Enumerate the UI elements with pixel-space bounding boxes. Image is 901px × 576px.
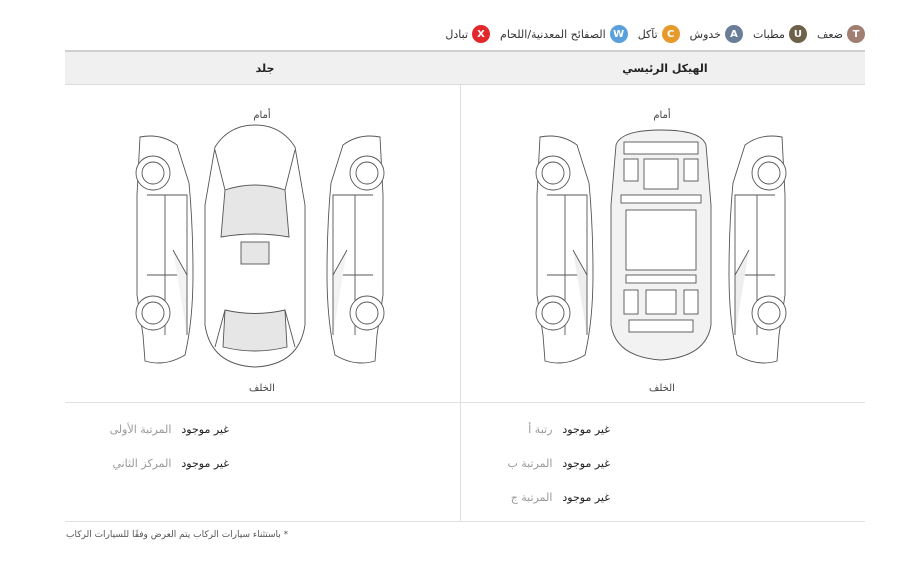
inspection-table: جلد الهيكل الرئيسي أمام الخلف أمام الخلف… (65, 50, 865, 522)
car-skin-diagram (135, 124, 385, 368)
legend-label: خدوش (689, 27, 721, 41)
legend-badge-a: A (725, 25, 743, 43)
frame-item-grade-c: غير موجود المرتبة ج (507, 480, 610, 514)
legend-item-corrosion: C تآكل (638, 25, 680, 43)
main-frame-items-list: غير موجود رتبة أ غير موجود المرتبة ب غير… (507, 412, 610, 514)
column-header-main-frame: الهيكل الرئيسي (622, 62, 708, 75)
legend-label: تبادل (445, 27, 469, 41)
legend-badge-u: U (788, 25, 807, 43)
legend-label: ضعف (816, 27, 843, 41)
skin-items-list: غير موجود المرتبة الأولى غير موجود المرك… (110, 412, 229, 480)
item-label: المركز الثاني (112, 456, 172, 470)
legend-badge-c: C (661, 25, 680, 43)
frame-item-grade-b: غير موجود المرتبة ب (507, 446, 610, 480)
item-value: غير موجود (181, 456, 229, 470)
legend-badge-x: X (472, 25, 491, 43)
legend-label: تآكل (637, 27, 658, 41)
car-frame-diagram (535, 129, 787, 364)
legend-item-exchange: X تبادل (445, 25, 491, 43)
legend-label: الصفائح المعدنية/اللحام (500, 27, 606, 41)
skin-item-rank-1: غير موجود المرتبة الأولى (110, 412, 229, 446)
item-label: رتبة أ (528, 422, 553, 436)
legend-item-dents: U مطبات (753, 25, 807, 43)
item-value: غير موجود (181, 422, 229, 436)
column-header-skin: جلد (255, 62, 275, 75)
legend-label: مطبات (753, 27, 785, 41)
row-divider (65, 402, 865, 403)
frame-item-grade-a: غير موجود رتبة أ (507, 412, 610, 446)
legend-badge-w: W (609, 25, 628, 43)
damage-legend: T ضعف U مطبات A خدوش C تآكل W الصفائح ال… (441, 22, 865, 46)
item-value: غير موجود (562, 456, 610, 470)
item-value: غير موجود (562, 490, 610, 504)
legend-item-scratches: A خدوش (690, 25, 743, 43)
item-value: غير موجود (562, 422, 610, 436)
item-label: المرتبة ب (507, 456, 553, 470)
item-label: المرتبة الأولى (109, 422, 172, 436)
legend-item-sheet-metal: W الصفائح المعدنية/اللحام (500, 25, 628, 43)
footnote: * باستثناء سيارات الركاب يتم العرض وفقًا… (66, 530, 289, 540)
item-label: المرتبة ج (510, 490, 553, 504)
skin-diagram-panel: أمام الخلف (65, 85, 460, 402)
table-header: جلد الهيكل الرئيسي (65, 52, 865, 85)
skin-item-rank-2: غير موجود المركز الثاني (110, 446, 229, 480)
table-bottom-border (65, 521, 865, 522)
main-frame-diagram-panel: أمام الخلف (461, 85, 865, 402)
legend-item-weakness: T ضعف (817, 25, 865, 43)
legend-badge-t: T (847, 25, 865, 43)
